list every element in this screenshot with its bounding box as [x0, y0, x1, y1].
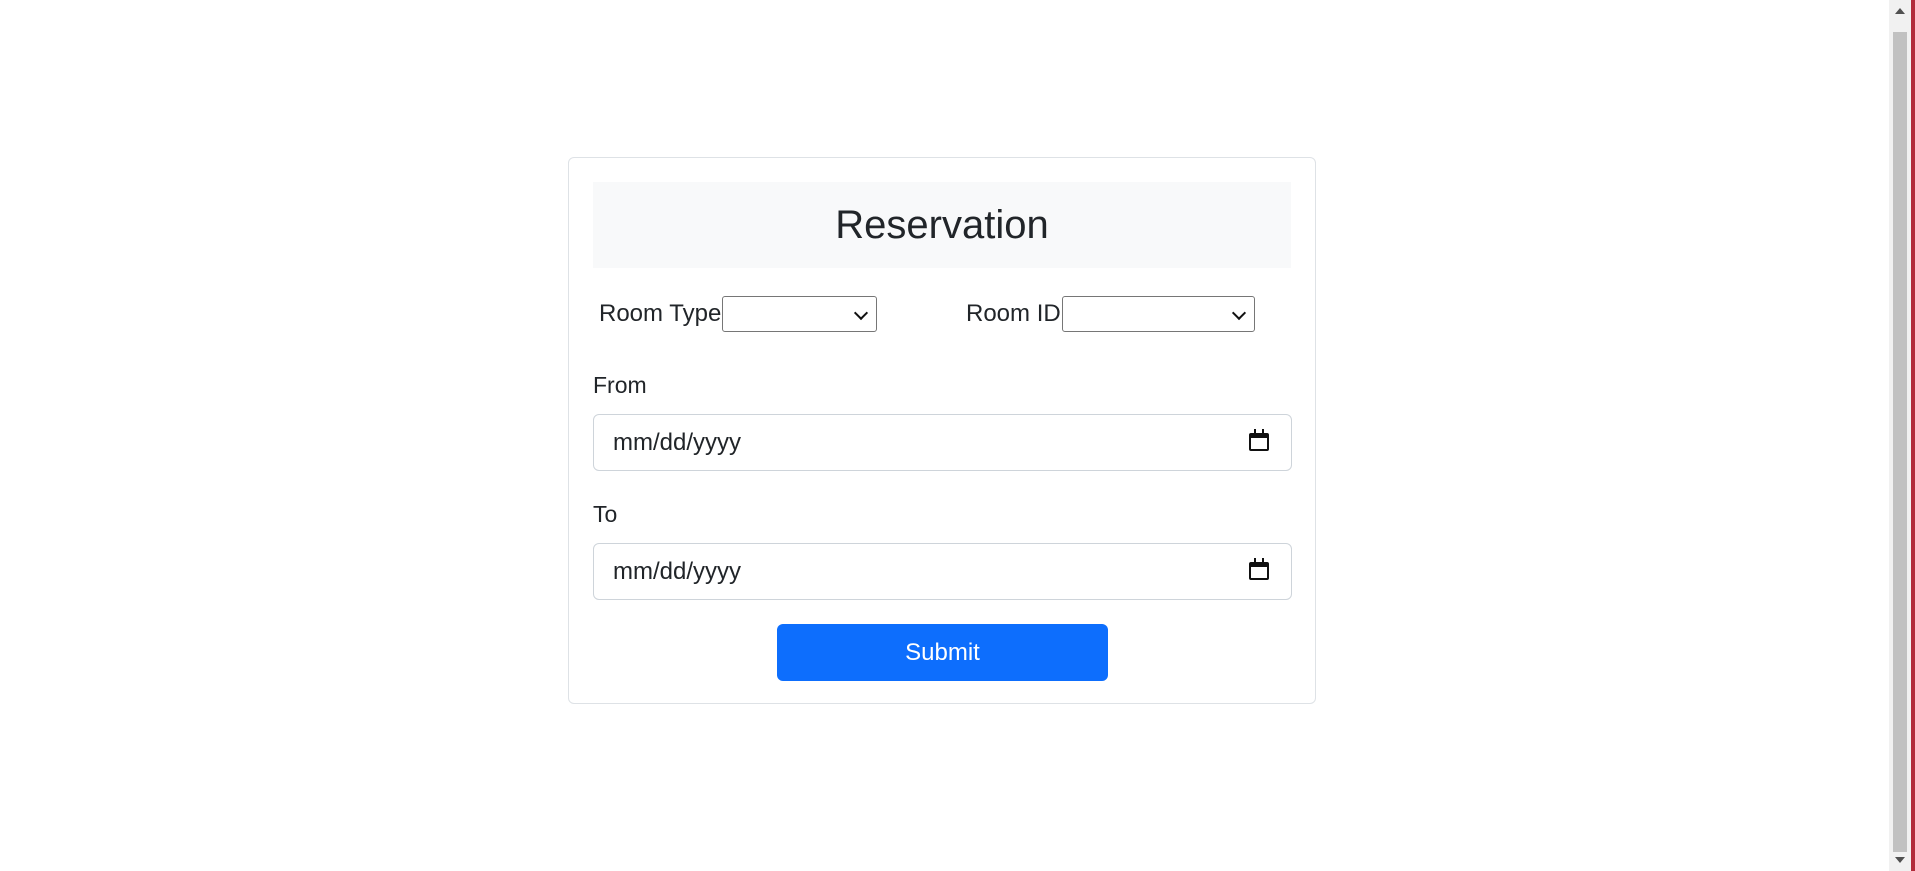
vertical-scrollbar[interactable]: [1889, 0, 1911, 871]
page-title: Reservation: [835, 202, 1049, 247]
from-date-input[interactable]: mm/dd/yyyy: [593, 414, 1292, 471]
to-date-placeholder: mm/dd/yyyy: [613, 557, 742, 585]
window-edge: [1911, 0, 1915, 871]
from-label: From: [593, 372, 647, 398]
scroll-down-icon[interactable]: [1895, 857, 1905, 863]
scrollbar-thumb[interactable]: [1893, 32, 1907, 852]
reservation-form-card: Reservation Room Type Room ID From mm/dd…: [568, 157, 1316, 704]
to-date-input[interactable]: mm/dd/yyyy: [593, 543, 1292, 600]
room-id-label: Room ID: [966, 300, 1061, 327]
page: Reservation Room Type Room ID From mm/dd…: [0, 0, 1915, 871]
room-selection-row: Room Type Room ID: [599, 294, 1289, 334]
calendar-icon[interactable]: [1249, 558, 1269, 580]
scroll-up-icon[interactable]: [1895, 8, 1905, 14]
room-type-group: Room Type: [599, 294, 878, 334]
room-id-select[interactable]: [1061, 296, 1255, 332]
room-type-select[interactable]: [722, 296, 878, 332]
from-date-placeholder: mm/dd/yyyy: [613, 428, 742, 456]
room-id-group: Room ID: [966, 294, 1255, 334]
room-type-label: Room Type: [599, 300, 722, 327]
form-header: Reservation: [593, 182, 1291, 268]
chevron-down-icon: [854, 305, 869, 321]
chevron-down-icon: [1231, 305, 1246, 321]
submit-button[interactable]: Submit: [777, 624, 1108, 681]
calendar-icon[interactable]: [1249, 429, 1269, 451]
to-label: To: [593, 501, 618, 527]
